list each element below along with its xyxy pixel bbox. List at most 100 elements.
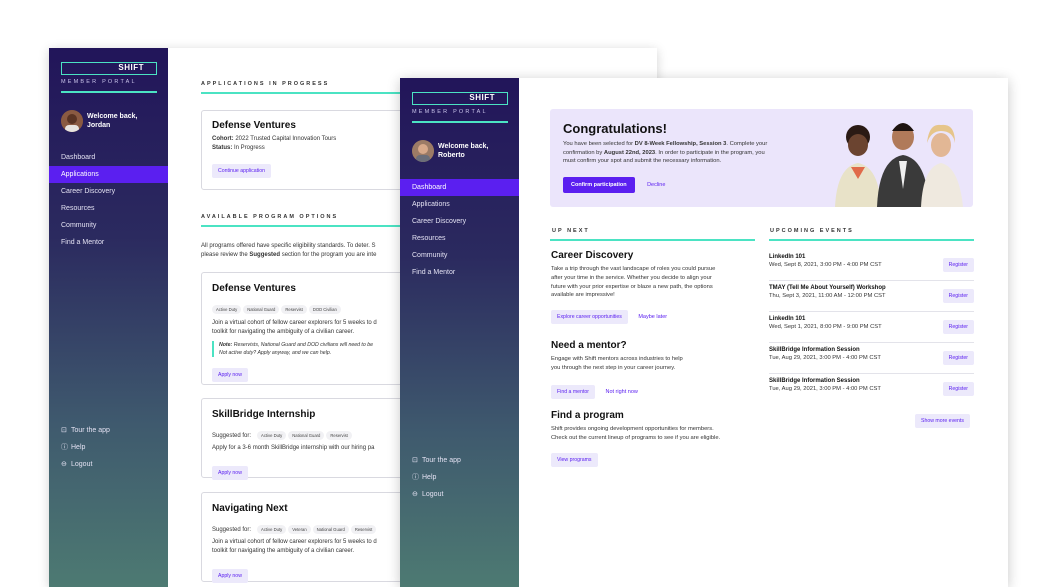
help-label: Help (71, 444, 86, 451)
logout-link[interactable]: ⊖ Logout (412, 486, 461, 503)
applications-section-title: APPLICATIONS IN PROGRESS (201, 81, 330, 87)
sidebar-item-applications[interactable]: Applications (49, 166, 168, 183)
logout-icon: ⊖ (412, 491, 418, 498)
view-programs-button[interactable]: View programs (551, 452, 598, 467)
tour-app-label: Tour the app (422, 457, 461, 464)
note-bold: Note: (219, 342, 233, 348)
decline-link[interactable]: Decline (647, 182, 665, 188)
suggested-label: Suggested for: (212, 433, 252, 439)
logout-link[interactable]: ⊖ Logout (61, 456, 110, 473)
banner-text-a: You have been selected for (563, 141, 635, 147)
banner-text: You have been selected for DV 8-Week Fel… (563, 140, 818, 166)
section-divider (550, 239, 755, 241)
welcome-text: Welcome back, Roberto (438, 142, 488, 160)
sidebar-item-career-discovery[interactable]: Career Discovery (49, 183, 168, 200)
divider (61, 91, 157, 93)
status-line: Status: In Progress (212, 144, 336, 153)
application-title: Defense Ventures (212, 120, 296, 131)
explore-careers-button[interactable]: Explore career opportunities (551, 310, 628, 325)
tour-app-link[interactable]: ⊡ Tour the app (61, 422, 110, 439)
register-button[interactable]: Register (942, 382, 974, 396)
desc-line: Check out the current lineup of programs… (551, 434, 721, 441)
career-discovery-block: Career Discovery Take a trip through the… (551, 250, 761, 325)
tag: DOD Civilian (308, 305, 341, 314)
map-icon: ⊡ (412, 457, 418, 464)
sidebar-item-applications[interactable]: Applications (400, 196, 519, 213)
program-block: Find a program Shift provides ongoing de… (551, 410, 766, 467)
apply-now-button[interactable]: Apply now (212, 368, 248, 382)
desc-line: available are impressive! (551, 292, 615, 299)
sidebar-item-resources[interactable]: Resources (49, 200, 168, 217)
tag: Reservist (281, 305, 307, 314)
not-right-now-link[interactable]: Not right now (605, 389, 637, 395)
sidebar-item-resources[interactable]: Resources (400, 230, 519, 247)
help-icon: ⓘ (61, 444, 68, 451)
shift-logo[interactable]: SHIFT (412, 92, 508, 105)
avatar[interactable] (61, 110, 83, 132)
show-more-events-button[interactable]: Show more events (915, 414, 970, 428)
status-label: Status: (212, 145, 233, 151)
tag: Active Duty (257, 525, 287, 534)
intro-text-b: section for the program you are inte (280, 252, 377, 258)
confirm-participation-button[interactable]: Confirm participation (563, 176, 635, 193)
tag: National Guard (243, 305, 280, 314)
continue-application-button[interactable]: Continue application (212, 164, 272, 178)
desc-line: you through the next step in your career… (551, 364, 676, 371)
suggested-label: Suggested for: (212, 527, 252, 533)
tag: Active Duty (257, 431, 287, 440)
banner-line: must confirm your spot and submit the ne… (563, 158, 722, 164)
sidebar-item-find-a-mentor[interactable]: Find a Mentor (400, 264, 519, 281)
sidebar-item-community[interactable]: Community (400, 247, 519, 264)
cohort-line: Cohort: 2022 Trusted Capital Innovation … (212, 135, 336, 144)
desc-line: future with your prior expertise or blaz… (551, 283, 713, 290)
tour-app-link[interactable]: ⊡ Tour the app (412, 452, 461, 469)
register-button[interactable]: Register (942, 289, 974, 303)
tag: Reservist (350, 525, 377, 534)
sidebar: SHIFT MEMBER PORTAL Welcome back, Robert… (400, 78, 519, 587)
tag: Active Duty (212, 305, 242, 314)
fellows-photo (813, 109, 973, 207)
programs-section-title: AVAILABLE PROGRAM OPTIONS (201, 214, 339, 220)
find-mentor-button[interactable]: Find a mentor (551, 384, 596, 399)
upcoming-events-title: UPCOMING EVENTS (770, 228, 854, 234)
sidebar-item-dashboard[interactable]: Dashboard (400, 179, 519, 196)
shift-logo[interactable]: SHIFT (61, 62, 157, 75)
banner-text-c: . Complete your (726, 141, 768, 147)
intro-text-a: please review the (201, 252, 250, 258)
cohort-value: 2022 Trusted Capital Innovation Tours (235, 136, 337, 142)
user-name: Jordan (87, 122, 111, 129)
sidebar-item-find-a-mentor[interactable]: Find a Mentor (49, 234, 168, 251)
portal-label: MEMBER PORTAL (61, 79, 137, 85)
career-description: Take a trip through the vast landscape o… (551, 265, 761, 300)
register-button[interactable]: Register (942, 258, 974, 272)
help-label: Help (422, 474, 437, 481)
help-icon: ⓘ (412, 474, 419, 481)
maybe-later-link[interactable]: Maybe later (638, 314, 667, 320)
sidebar-nav: Dashboard Applications Career Discovery … (400, 179, 519, 281)
note-text: Reservists, National Guard and DOD civil… (232, 342, 373, 348)
register-button[interactable]: Register (942, 351, 974, 365)
desc-line: Shift provides ongoing development oppor… (551, 426, 714, 432)
tag: National Guard (312, 525, 349, 534)
sidebar-item-community[interactable]: Community (49, 217, 168, 234)
tour-app-label: Tour the app (71, 427, 110, 434)
help-link[interactable]: ⓘ Help (61, 439, 110, 456)
welcome-label: Welcome back, (438, 143, 489, 150)
help-link[interactable]: ⓘ Help (412, 469, 461, 486)
avatar[interactable] (412, 140, 434, 162)
dashboard-window: SHIFT MEMBER PORTAL Welcome back, Robert… (400, 78, 1008, 587)
mentor-title: Need a mentor? (551, 340, 627, 351)
sidebar-item-career-discovery[interactable]: Career Discovery (400, 213, 519, 230)
divider (769, 280, 974, 281)
event-item: LinkedIn 101 Wed, Sept 1, 2021, 8:00 PM … (769, 316, 974, 344)
tag: National Guard (288, 431, 325, 440)
map-icon: ⊡ (61, 427, 67, 434)
register-button[interactable]: Register (942, 320, 974, 334)
congratulations-banner: Congratulations! You have been selected … (550, 109, 973, 207)
apply-now-button[interactable]: Apply now (212, 466, 248, 480)
apply-now-button[interactable]: Apply now (212, 569, 248, 583)
sidebar-item-dashboard[interactable]: Dashboard (49, 149, 168, 166)
section-divider (769, 239, 974, 241)
banner-text-a: confirmation by (563, 149, 604, 156)
tag: Reservist (326, 431, 352, 440)
